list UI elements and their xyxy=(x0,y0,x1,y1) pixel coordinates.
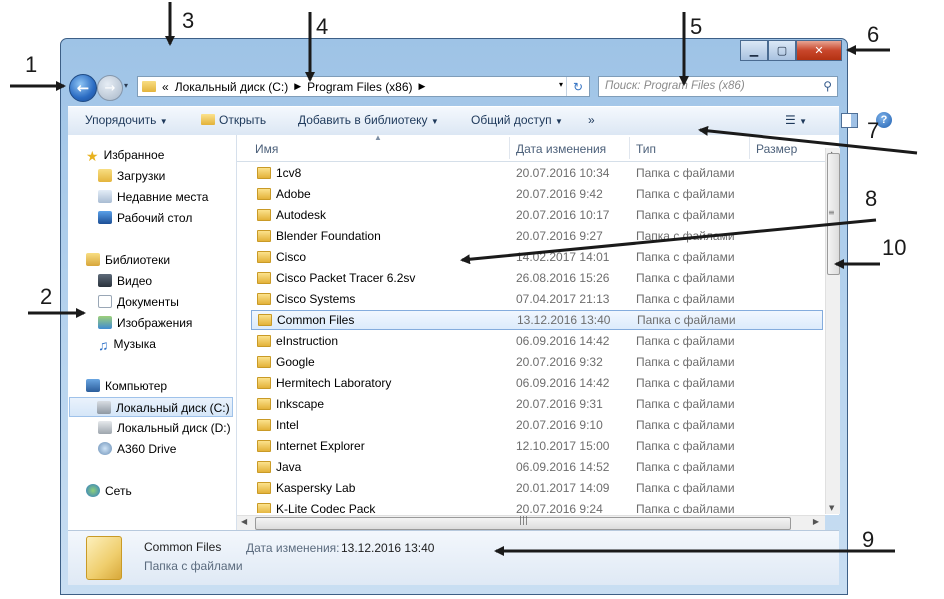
callout-number: 4 xyxy=(316,14,329,39)
callout-number: 6 xyxy=(867,22,880,47)
callout-arrow-7 xyxy=(698,125,918,155)
callout-number: 9 xyxy=(862,527,875,552)
callout-arrow-8 xyxy=(460,218,877,265)
callout-number: 8 xyxy=(865,186,878,211)
callout-number: 3 xyxy=(182,8,195,33)
callout-arrows xyxy=(10,2,918,556)
callout-number: 2 xyxy=(40,284,53,309)
callout-number: 10 xyxy=(882,235,907,260)
callout-number: 1 xyxy=(25,52,38,77)
callout-number: 5 xyxy=(690,14,703,39)
callout-number: 7 xyxy=(867,118,880,143)
